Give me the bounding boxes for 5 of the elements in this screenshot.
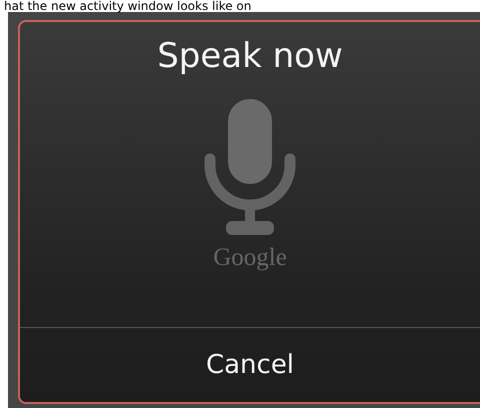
microphone-icon bbox=[204, 98, 296, 237]
caption-text: hat the new activity window looks like on bbox=[3, 0, 252, 12]
cancel-button[interactable]: Cancel bbox=[20, 328, 480, 402]
dialog-title: Speak now bbox=[157, 36, 343, 77]
logo-text: Google bbox=[213, 242, 287, 273]
